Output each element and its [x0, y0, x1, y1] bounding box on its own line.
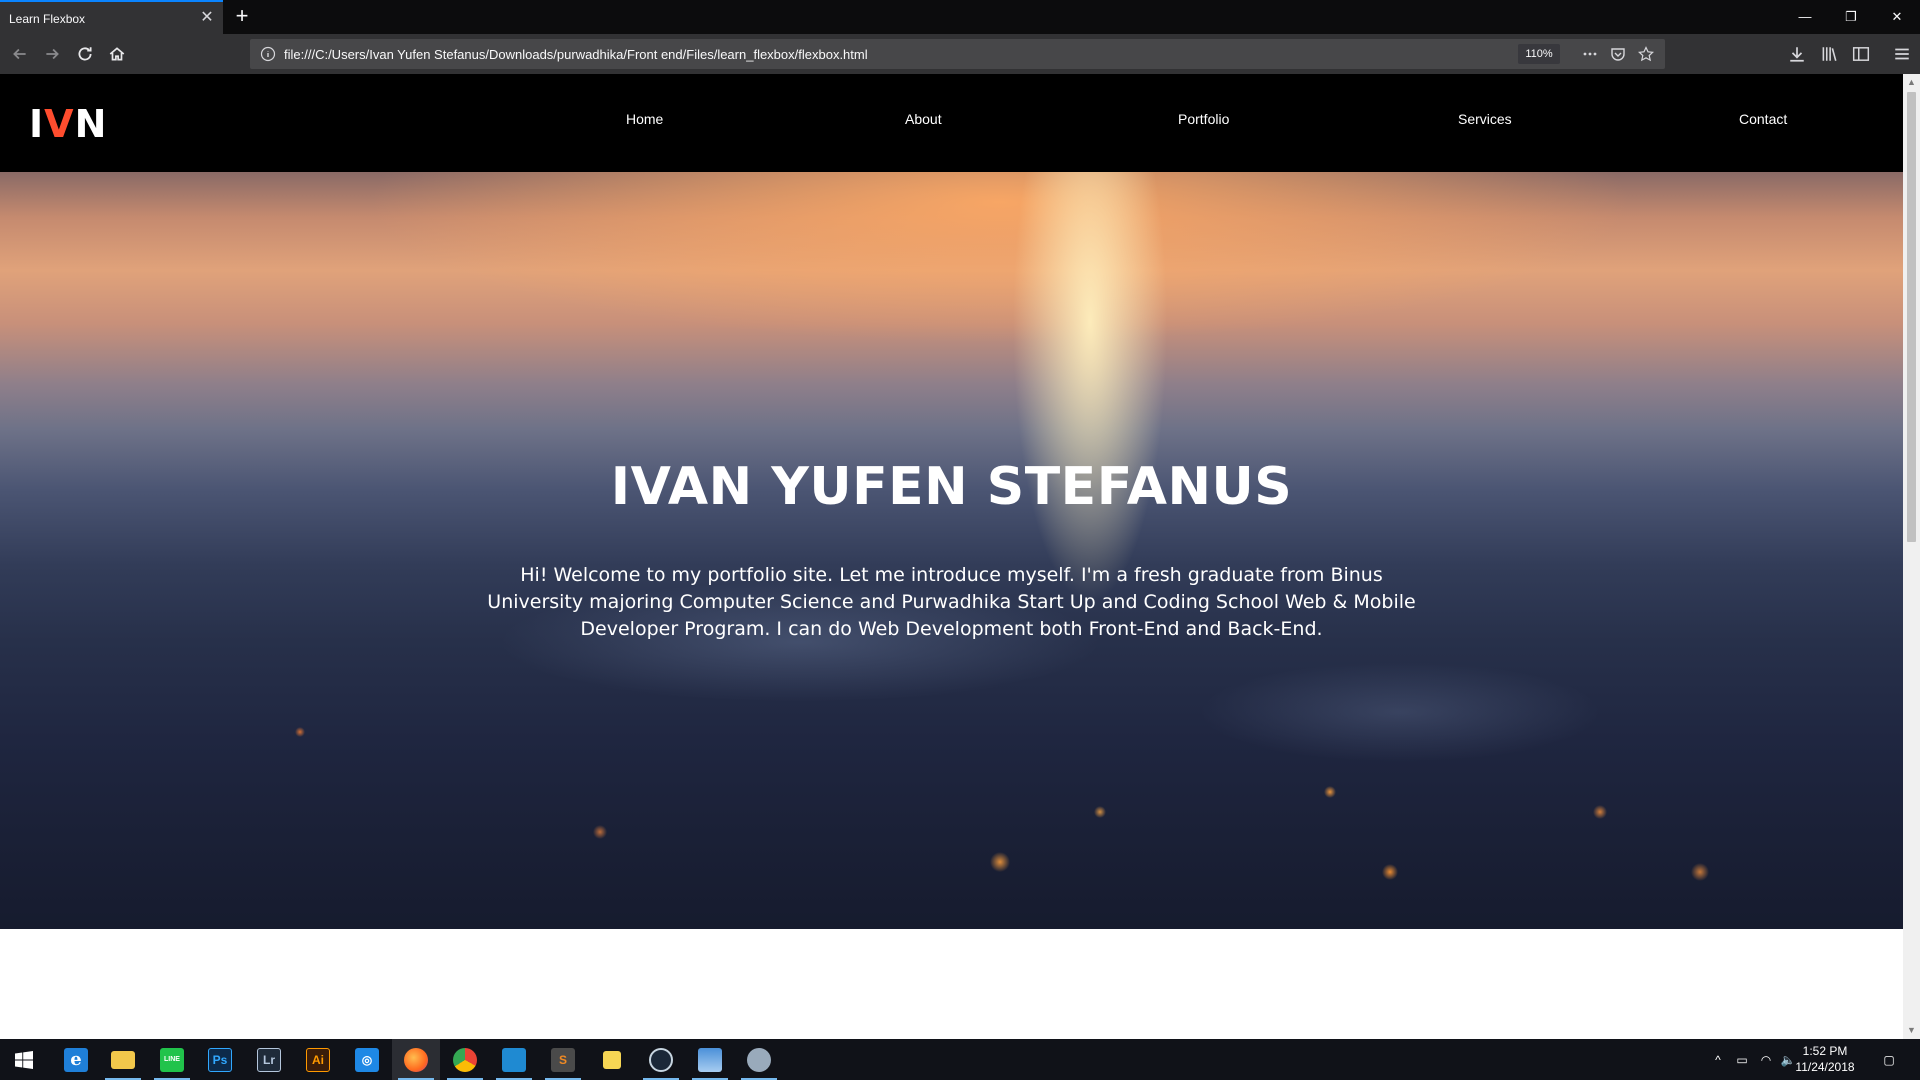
window-app-icon	[698, 1047, 722, 1072]
hero-title: IVAN YUFEN STEFANUS	[610, 457, 1293, 517]
scroll-thumb[interactable]	[1907, 92, 1916, 542]
sticky-notes-icon	[603, 1050, 621, 1069]
tab-bar: Learn Flexbox ✕ + — ❐ ✕	[0, 0, 1920, 34]
sublime-icon: S	[551, 1047, 575, 1072]
steam-icon	[649, 1047, 673, 1072]
address-bar[interactable]: file:///C:/Users/Ivan Yufen Stefanus/Dow…	[250, 39, 1665, 69]
info-icon[interactable]	[260, 46, 276, 62]
hero-intro-text: Hi! Welcome to my portfolio site. Let me…	[487, 564, 1416, 640]
reload-button[interactable]	[71, 40, 99, 68]
sidebar-button[interactable]	[1847, 40, 1875, 68]
windows-taskbar: e LINE Ps Lr Ai ◎ S ^ ▭ ◠ 🔈 1:52 PM 11/2…	[0, 1039, 1920, 1080]
lightroom-icon: Lr	[257, 1047, 281, 1072]
home-icon	[109, 47, 125, 61]
nav-link-about[interactable]: About	[905, 111, 942, 127]
wifi-icon[interactable]: ◠	[1755, 1039, 1777, 1080]
taskbar-edge[interactable]: e	[52, 1039, 100, 1080]
logo-letter-n: N	[74, 102, 108, 146]
sidebar-icon	[1852, 47, 1870, 61]
taskbar-vscode[interactable]	[490, 1039, 538, 1080]
site-logo[interactable]: IVN	[29, 102, 107, 146]
forward-arrow-icon	[46, 48, 59, 60]
battery-icon[interactable]: ▭	[1731, 1039, 1753, 1080]
browser-toolbar: file:///C:/Users/Ivan Yufen Stefanus/Dow…	[0, 34, 1920, 74]
line-icon: LINE	[160, 1047, 184, 1072]
logo-letter-v: V	[44, 102, 75, 146]
nav-link-home[interactable]: Home	[626, 111, 663, 127]
tab-close-icon[interactable]: ✕	[198, 8, 216, 28]
illustrator-icon: Ai	[306, 1047, 330, 1072]
clock-date: 11/24/2018	[1795, 1060, 1855, 1074]
show-hidden-icons-button[interactable]: ^	[1708, 1039, 1728, 1080]
taskbar-sticky-notes[interactable]	[588, 1039, 636, 1080]
taskbar-app[interactable]: ◎	[343, 1039, 391, 1080]
vscode-icon	[502, 1047, 526, 1072]
scroll-down-icon[interactable]: ▼	[1906, 1025, 1917, 1036]
back-button[interactable]	[6, 40, 34, 68]
star-icon	[1638, 46, 1654, 62]
taskbar-steam[interactable]	[637, 1039, 685, 1080]
taskbar-illustrator[interactable]: Ai	[294, 1039, 342, 1080]
pocket-icon	[1611, 48, 1625, 61]
site-header: IVN Home About Portfolio Services Contac…	[0, 74, 1903, 172]
chrome-icon	[453, 1047, 477, 1072]
page-actions-button[interactable]	[1580, 44, 1600, 64]
menu-button[interactable]	[1888, 40, 1916, 68]
taskbar-paint[interactable]	[735, 1039, 783, 1080]
taskbar-file-explorer[interactable]	[99, 1039, 147, 1080]
windows-start-icon	[15, 1050, 33, 1069]
home-button[interactable]	[103, 40, 131, 68]
back-arrow-icon	[13, 48, 26, 60]
pocket-button[interactable]	[1608, 44, 1628, 64]
reload-icon	[78, 47, 92, 61]
new-tab-button[interactable]: +	[230, 4, 254, 28]
library-button[interactable]	[1815, 40, 1843, 68]
restore-button[interactable]: ❐	[1828, 0, 1874, 34]
taskbar-chrome[interactable]	[441, 1039, 489, 1080]
download-icon	[1790, 47, 1804, 62]
bookmark-button[interactable]	[1636, 44, 1656, 64]
taskbar-sublime[interactable]: S	[539, 1039, 587, 1080]
zoom-level[interactable]: 110%	[1518, 44, 1560, 64]
taskbar-line[interactable]: LINE	[148, 1039, 196, 1080]
file-explorer-icon	[111, 1050, 135, 1069]
tab-title: Learn Flexbox	[9, 12, 86, 26]
paint-icon	[747, 1047, 771, 1072]
minimize-button[interactable]: —	[1782, 0, 1828, 34]
start-button[interactable]	[0, 1039, 48, 1080]
hero-section: IVAN YUFEN STEFANUS Hi! Welcome to my po…	[0, 172, 1903, 929]
scroll-up-icon[interactable]: ▲	[1906, 77, 1917, 88]
nav-link-services[interactable]: Services	[1458, 111, 1512, 127]
taskbar-window-app[interactable]	[686, 1039, 734, 1080]
notifications-icon[interactable]: ▢	[1875, 1039, 1903, 1080]
downloads-button[interactable]	[1783, 40, 1811, 68]
edge-icon: e	[64, 1047, 88, 1072]
clock-time: 1:52 PM	[1802, 1044, 1848, 1058]
library-icon	[1822, 47, 1837, 61]
page-viewport: IVN Home About Portfolio Services Contac…	[0, 74, 1903, 1039]
url-text[interactable]: file:///C:/Users/Ivan Yufen Stefanus/Dow…	[284, 47, 868, 62]
system-clock[interactable]: 1:52 PM 11/24/2018	[1790, 1043, 1860, 1075]
more-dots-icon	[1583, 52, 1597, 56]
hamburger-menu-icon	[1895, 48, 1909, 60]
page-scrollbar[interactable]: ▲ ▼	[1903, 74, 1920, 1039]
taskbar-photoshop[interactable]: Ps	[196, 1039, 244, 1080]
nav-link-portfolio[interactable]: Portfolio	[1178, 111, 1229, 127]
nav-link-contact[interactable]: Contact	[1739, 111, 1787, 127]
forward-button[interactable]	[38, 40, 66, 68]
close-window-button[interactable]: ✕	[1874, 0, 1920, 34]
firefox-icon	[404, 1047, 428, 1072]
tab-learn-flexbox[interactable]: Learn Flexbox ✕	[0, 0, 223, 34]
logo-letter-i: I	[29, 102, 45, 146]
taskbar-firefox[interactable]	[392, 1039, 440, 1080]
photoshop-icon: Ps	[208, 1047, 232, 1072]
app-icon: ◎	[355, 1047, 379, 1072]
taskbar-lightroom[interactable]: Lr	[245, 1039, 293, 1080]
